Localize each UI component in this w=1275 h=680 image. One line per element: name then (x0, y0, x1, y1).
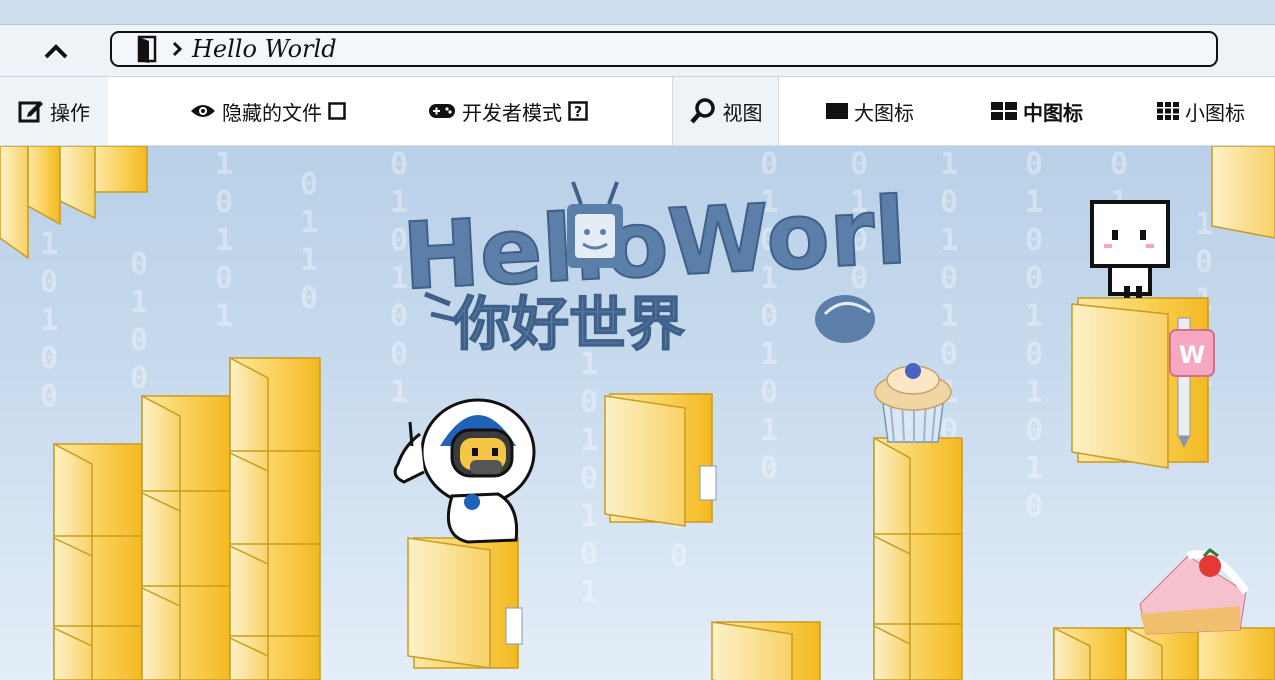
folder-tower-left-3[interactable] (229, 356, 321, 680)
gamepad-icon (429, 104, 455, 118)
badge-letter: W (1179, 341, 1205, 369)
large-icons-icon (826, 103, 848, 119)
chevron-up-icon (44, 44, 68, 59)
toolbar: 操作 隐藏的文件 开发者模式 ? 视图 大图标 中图标 小图标 (0, 77, 1275, 146)
chevron-right-icon (172, 41, 183, 57)
address-bar-row: Hello World (0, 25, 1275, 77)
medium-icons-icon (991, 102, 1017, 120)
developer-mode-toggle[interactable]: 开发者模式 ? (428, 77, 588, 145)
folder-tower-right[interactable] (873, 436, 963, 680)
actions-button[interactable]: 操作 (0, 77, 108, 145)
address-field[interactable]: Hello World (110, 31, 1218, 67)
folder-top-right[interactable] (1211, 146, 1275, 239)
folder-view-canvas[interactable]: 1 0 1 0 0 0 1 0 0 1 0 1 0 1 0 1 1 0 0 1 … (0, 146, 1275, 680)
eye-icon (191, 105, 215, 117)
up-button[interactable] (36, 33, 76, 69)
folder-stack-bottom-right[interactable] (1053, 626, 1275, 680)
cupcake-sticker (874, 363, 952, 443)
svg-text:?: ? (574, 105, 582, 121)
actions-label: 操作 (50, 100, 90, 125)
view-label: 视图 (722, 100, 763, 125)
folder-floating-center[interactable] (604, 393, 717, 527)
medium-icons-label: 中图标 (1023, 100, 1083, 125)
search-icon (689, 98, 715, 124)
address-path: Hello World (192, 35, 337, 63)
developer-mode-label: 开发者模式 (462, 100, 562, 125)
pixel-character-sticker (1090, 200, 1170, 298)
small-icons-label: 小图标 (1185, 100, 1245, 125)
folder-stack-top-left[interactable] (0, 146, 148, 260)
checkbox-icon[interactable] (328, 102, 346, 120)
medium-icons-option[interactable]: 中图标 (991, 77, 1083, 145)
small-icons-option[interactable]: 小图标 (1157, 77, 1245, 145)
hidden-files-toggle[interactable]: 隐藏的文件 (190, 77, 346, 145)
astronaut-sticker (393, 398, 536, 544)
folder-with-pencil[interactable]: W (1071, 297, 1215, 469)
window-top-strip (0, 0, 1275, 25)
hidden-files-label: 隐藏的文件 (222, 100, 322, 125)
help-box-icon[interactable]: ? (568, 101, 588, 121)
folder-tower-left-1[interactable] (53, 442, 143, 680)
folder-scene: W (0, 146, 1275, 680)
view-button[interactable]: 视图 (673, 77, 778, 145)
large-icons-option[interactable]: 大图标 (826, 77, 914, 145)
large-icons-label: 大图标 (854, 100, 914, 125)
toolbar-divider (778, 77, 779, 145)
folder-bottom-center[interactable] (711, 621, 821, 680)
folder-under-astronaut[interactable] (407, 537, 523, 669)
small-icons-icon (1157, 102, 1179, 120)
door-icon (137, 35, 157, 63)
edit-icon (18, 101, 43, 123)
cake-slice-sticker (1139, 548, 1250, 635)
folder-tower-left-2[interactable] (141, 394, 231, 680)
